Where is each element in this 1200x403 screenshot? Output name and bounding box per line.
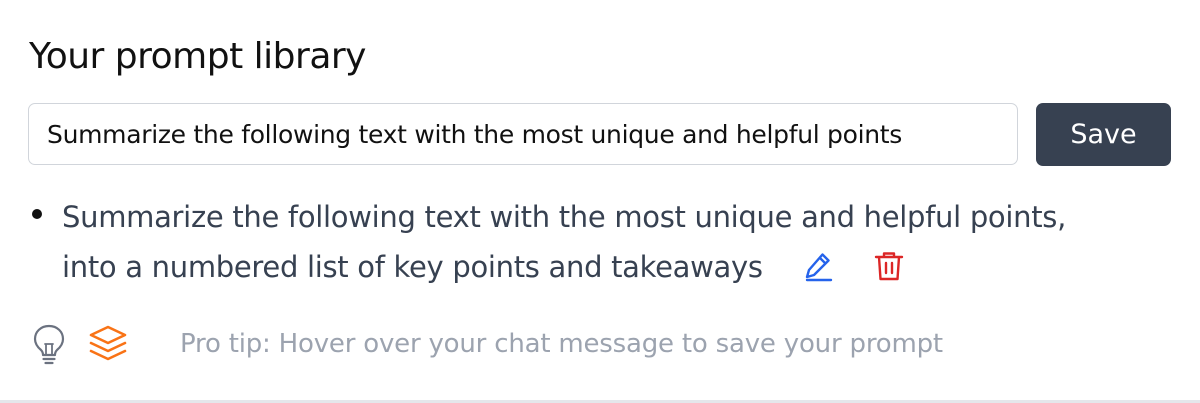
prompt-item-text[interactable]: Summarize the following text with the mo… xyxy=(62,200,1066,284)
prompt-item-body: Summarize the following text with the mo… xyxy=(62,192,1072,292)
prompt-list: Summarize the following text with the mo… xyxy=(30,192,1140,292)
prompt-list-item: Summarize the following text with the mo… xyxy=(30,192,1140,292)
pro-tip-text: Pro tip: Hover over your chat message to… xyxy=(180,329,943,359)
prompt-input[interactable] xyxy=(28,103,1018,165)
panel-title: Your prompt library xyxy=(29,36,366,77)
trash-icon[interactable] xyxy=(873,248,905,282)
pencil-icon[interactable] xyxy=(802,248,834,282)
prompt-library-panel: Your prompt library Save Summarize the f… xyxy=(0,0,1200,403)
lightbulb-icon xyxy=(30,322,68,366)
save-button[interactable]: Save xyxy=(1036,103,1171,166)
layers-icon[interactable] xyxy=(86,324,130,364)
list-bullet xyxy=(32,209,42,219)
